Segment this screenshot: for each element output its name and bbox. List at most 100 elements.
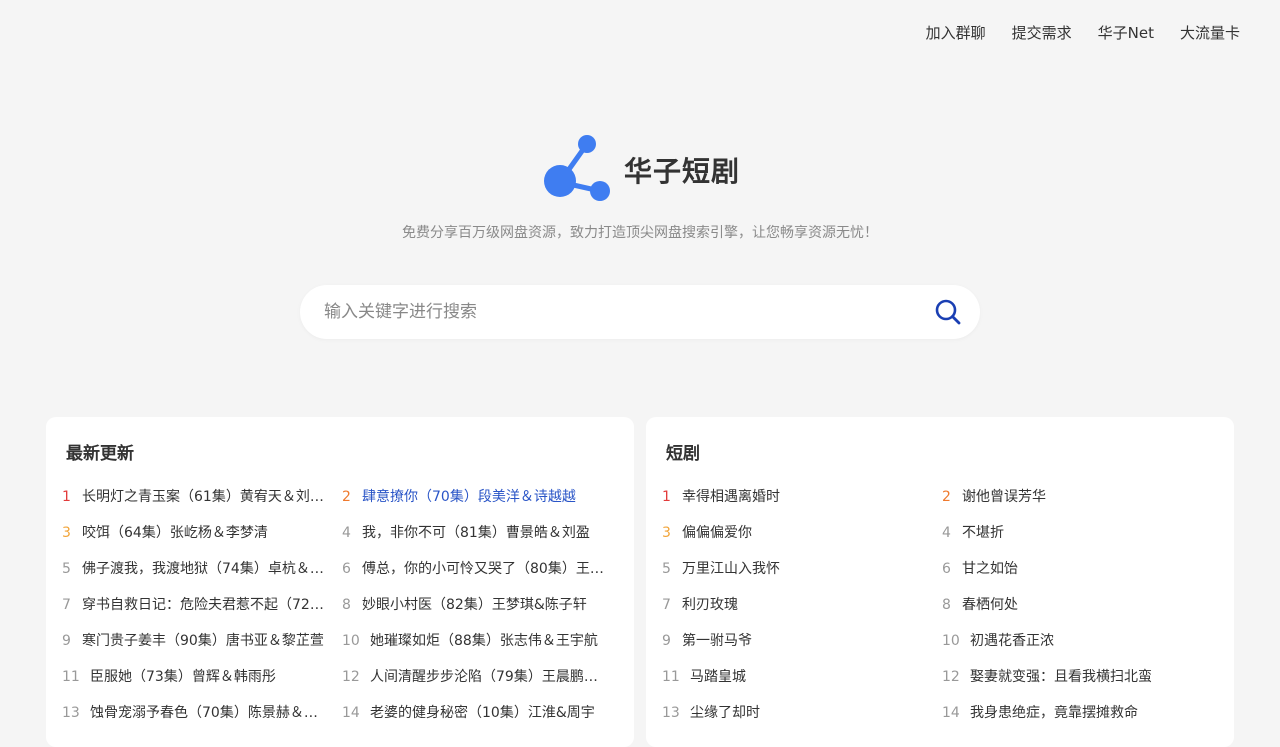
item-title: 咬饵（64集）张屹杨＆李梦清 — [82, 525, 268, 541]
rank-number: 12 — [342, 669, 360, 685]
rank-number: 6 — [942, 561, 951, 577]
rank-number: 13 — [62, 705, 80, 721]
item-title: 马踏皇城 — [690, 669, 746, 685]
item-title: 她璀璨如炬（88集）张志伟＆王宇航 — [370, 633, 598, 649]
item-title: 人间清醒步步沦陷（79集）王晨鹏＆李可 — [370, 669, 622, 685]
rank-number: 10 — [342, 633, 360, 649]
rank-number: 5 — [662, 561, 671, 577]
nav-huazi-net[interactable]: 华子Net — [1098, 22, 1154, 44]
rank-number: 2 — [342, 489, 351, 505]
rank-number: 8 — [342, 597, 351, 613]
nav-submit-request[interactable]: 提交需求 — [1012, 22, 1072, 44]
nav-data-card[interactable]: 大流量卡 — [1180, 22, 1240, 44]
list-item[interactable]: 3 咬饵（64集）张屹杨＆李梦清 — [62, 515, 342, 551]
item-title: 傅总，你的小可怜又哭了（80集）王格格 — [362, 561, 618, 577]
list-item[interactable]: 13 蚀骨宠溺予春色（70集）陈景赫＆许诺 — [62, 695, 342, 731]
list-item[interactable]: 5 佛子渡我，我渡地狱（74集）卓杭＆孙艺 — [62, 551, 342, 587]
rank-number: 1 — [62, 489, 71, 505]
list-item[interactable]: 3 偏偏偏爱你 — [662, 515, 942, 551]
rank-number: 7 — [662, 597, 671, 613]
list-item[interactable]: 9 寒门贵子姜丰（90集）唐书亚＆黎芷萱 — [62, 623, 342, 659]
item-title: 不堪折 — [962, 525, 1004, 541]
list-item[interactable]: 10 初遇花香正浓 — [942, 623, 1222, 659]
item-title: 万里江山入我怀 — [682, 561, 780, 577]
list-item[interactable]: 8 春栖何处 — [942, 587, 1222, 623]
share-logo-icon — [543, 135, 610, 201]
rank-number: 2 — [942, 489, 951, 505]
list-item[interactable]: 12 人间清醒步步沦陷（79集）王晨鹏＆李可 — [342, 659, 622, 695]
item-title: 我，非你不可（81集）曹景皓＆刘盈 — [362, 525, 590, 541]
item-title: 初遇花香正浓 — [970, 633, 1054, 649]
panel-title: 最新更新 — [66, 444, 134, 464]
item-title: 长明灯之青玉案（61集）黄宥天＆刘小萌 — [82, 489, 338, 505]
search-icon — [935, 299, 961, 325]
item-title: 蚀骨宠溺予春色（70集）陈景赫＆许诺 — [90, 705, 332, 721]
rank-number: 1 — [662, 489, 671, 505]
list-item[interactable]: 11 马踏皇城 — [662, 659, 942, 695]
rank-number: 4 — [942, 525, 951, 541]
item-title: 臣服她（73集）曾辉＆韩雨彤 — [90, 669, 276, 685]
rank-number: 7 — [62, 597, 71, 613]
list-item[interactable]: 1 长明灯之青玉案（61集）黄宥天＆刘小萌 — [62, 479, 342, 515]
latest-updates-list: 1 长明灯之青玉案（61集）黄宥天＆刘小萌 2 肆意撩你（70集）段美洋＆诗越越 3… — [62, 479, 622, 731]
rank-number: 9 — [662, 633, 671, 649]
rank-number: 4 — [342, 525, 351, 541]
rank-number: 13 — [662, 705, 680, 721]
list-item[interactable]: 4 不堪折 — [942, 515, 1222, 551]
site-title: 华子短剧 — [623, 155, 740, 188]
list-item[interactable]: 6 甘之如饴 — [942, 551, 1222, 587]
list-item[interactable]: 7 穿书自救日记：危险夫君惹不起（72集） — [62, 587, 342, 623]
list-item[interactable]: 10 她璀璨如炬（88集）张志伟＆王宇航 — [342, 623, 622, 659]
top-nav: 加入群聊 提交需求 华子Net 大流量卡 — [900, 22, 1240, 44]
rank-number: 11 — [62, 669, 80, 685]
item-title: 我身患绝症，竟靠摆摊救命 — [970, 705, 1138, 721]
item-title: 尘缘了却时 — [690, 705, 760, 721]
list-item[interactable]: 6 傅总，你的小可怜又哭了（80集）王格格 — [342, 551, 622, 587]
rank-number: 10 — [942, 633, 960, 649]
list-item[interactable]: 12 娶妻就变强：且看我横扫北蛮 — [942, 659, 1222, 695]
item-title: 幸得相遇离婚时 — [682, 489, 780, 505]
short-drama-list: 1 幸得相遇离婚时 2 谢他曾误芳华 3 偏偏偏爱你 4 不堪折 5 万里江山入我怀 6甘… — [662, 479, 1222, 731]
item-title: 谢他曾误芳华 — [962, 489, 1046, 505]
search-bar — [300, 285, 980, 339]
list-item[interactable]: 5 万里江山入我怀 — [662, 551, 942, 587]
tagline: 免费分享百万级网盘资源，致力打造顶尖网盘搜索引擎，让您畅享资源无忧！ — [402, 225, 878, 241]
item-title: 肆意撩你（70集）段美洋＆诗越越 — [362, 489, 576, 505]
list-item[interactable]: 14 老婆的健身秘密（10集）江淮&周宇 — [342, 695, 622, 731]
rank-number: 9 — [62, 633, 71, 649]
list-item[interactable]: 11 臣服她（73集）曾辉＆韩雨彤 — [62, 659, 342, 695]
item-title: 春栖何处 — [962, 597, 1018, 613]
rank-number: 3 — [62, 525, 71, 541]
item-title: 妙眼小村医（82集）王梦琪&陈子轩 — [362, 597, 587, 613]
item-title: 第一驸马爷 — [682, 633, 752, 649]
item-title: 寒门贵子姜丰（90集）唐书亚＆黎芷萱 — [82, 633, 324, 649]
search-input[interactable] — [300, 291, 916, 333]
nav-join-group[interactable]: 加入群聊 — [926, 22, 986, 44]
item-title: 娶妻就变强：且看我横扫北蛮 — [970, 669, 1152, 685]
rank-number: 6 — [342, 561, 351, 577]
rank-number: 14 — [942, 705, 960, 721]
list-item[interactable]: 9 第一驸马爷 — [662, 623, 942, 659]
list-item[interactable]: 4 我，非你不可（81集）曹景皓＆刘盈 — [342, 515, 622, 551]
list-item[interactable]: 1 幸得相遇离婚时 — [662, 479, 942, 515]
list-item[interactable]: 2 肆意撩你（70集）段美洋＆诗越越 — [342, 479, 622, 515]
search-button[interactable] — [916, 285, 980, 339]
rank-number: 12 — [942, 669, 960, 685]
item-title: 佛子渡我，我渡地狱（74集）卓杭＆孙艺 — [82, 561, 338, 577]
brand: 华子短剧 — [0, 134, 1280, 206]
short-drama-panel: 短剧 1 幸得相遇离婚时 2 谢他曾误芳华 3 偏偏偏爱你 4 不堪折 5 万里江山入我怀… — [646, 417, 1234, 747]
item-title: 老婆的健身秘密（10集）江淮&周宇 — [370, 705, 595, 721]
list-item[interactable]: 13 尘缘了却时 — [662, 695, 942, 731]
rank-number: 3 — [662, 525, 671, 541]
list-item[interactable]: 14 我身患绝症，竟靠摆摊救命 — [942, 695, 1222, 731]
list-item[interactable]: 7 利刃玫瑰 — [662, 587, 942, 623]
rank-number: 5 — [62, 561, 71, 577]
item-title: 利刃玫瑰 — [682, 597, 738, 613]
item-title: 穿书自救日记：危险夫君惹不起（72集） — [82, 597, 338, 613]
list-item[interactable]: 8 妙眼小村医（82集）王梦琪&陈子轩 — [342, 587, 622, 623]
rank-number: 8 — [942, 597, 951, 613]
rank-number: 11 — [662, 669, 680, 685]
rank-number: 14 — [342, 705, 360, 721]
latest-updates-panel: 最新更新 1 长明灯之青玉案（61集）黄宥天＆刘小萌 2 肆意撩你（70集）段美洋＆… — [46, 417, 634, 747]
list-item[interactable]: 2 谢他曾误芳华 — [942, 479, 1222, 515]
